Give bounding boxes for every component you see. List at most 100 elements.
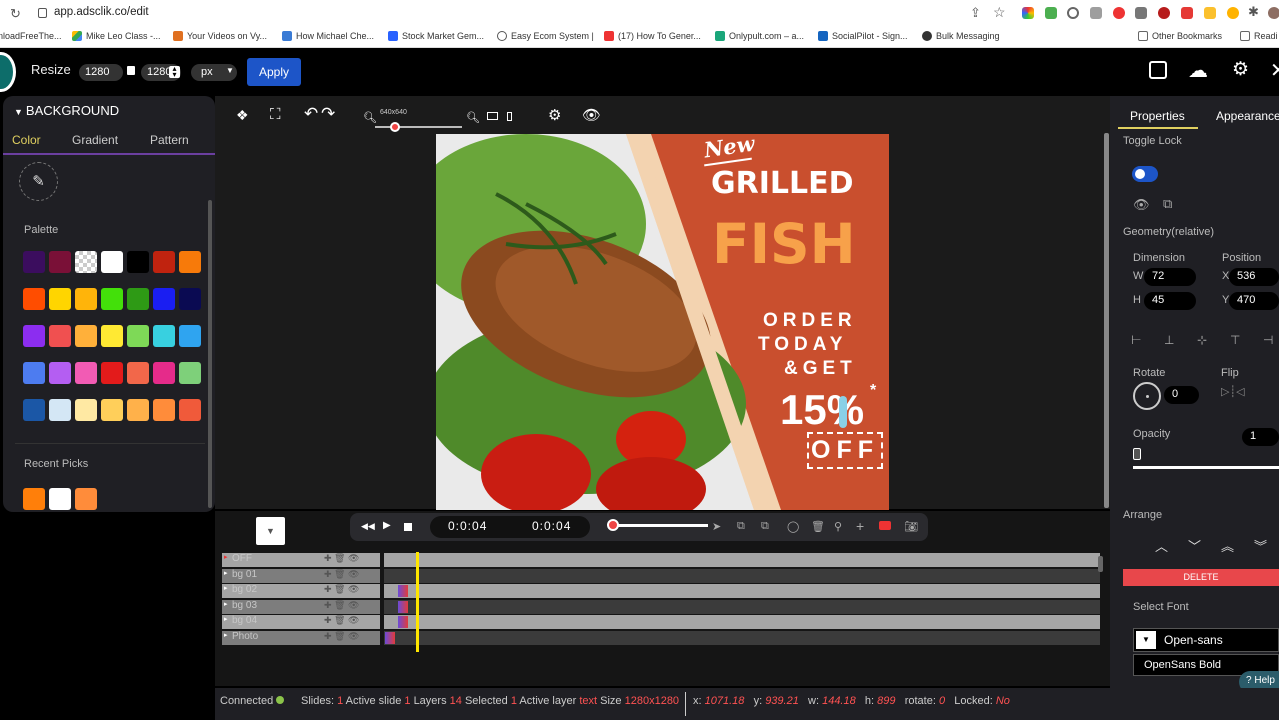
keyframe-marker[interactable] xyxy=(398,585,408,597)
color-swatch[interactable] xyxy=(179,362,201,384)
timeline-track[interactable] xyxy=(384,584,1100,598)
share-icon[interactable]: ⇪ xyxy=(970,5,981,21)
color-swatch[interactable] xyxy=(49,251,71,273)
color-swatch[interactable] xyxy=(101,288,123,310)
timeline-collapse-button[interactable]: ▼ xyxy=(256,517,285,545)
layer-actions-icons[interactable]: ✚ 🗑︎ 👁︎ xyxy=(324,569,359,580)
poster-asterisk[interactable]: * xyxy=(870,382,876,400)
play-icon[interactable]: ▶ xyxy=(383,520,391,531)
panel-scrollbar[interactable] xyxy=(208,200,212,508)
color-swatch[interactable] xyxy=(23,251,45,273)
circle-icon[interactable]: ◯ xyxy=(787,520,799,533)
recent-color-swatch[interactable] xyxy=(23,488,45,510)
bookmark-item[interactable]: Stock Market Gem... xyxy=(388,31,484,41)
extension-icon[interactable] xyxy=(1158,7,1170,19)
color-swatch[interactable] xyxy=(49,288,71,310)
extension-icon[interactable] xyxy=(1135,7,1147,19)
color-swatch[interactable] xyxy=(23,399,45,421)
paste-icon[interactable]: ⧉ xyxy=(761,520,769,533)
color-swatch[interactable] xyxy=(179,399,201,421)
selection-handle[interactable] xyxy=(839,396,847,428)
lock-icon[interactable] xyxy=(38,8,47,18)
extensions-puzzle-icon[interactable]: ✱ xyxy=(1248,4,1259,20)
width-input[interactable]: 1280 xyxy=(79,64,123,81)
tab-appearance[interactable]: Appearance xyxy=(1216,109,1279,123)
color-swatch[interactable] xyxy=(23,362,45,384)
panel-header[interactable]: ▼ BACKGROUND xyxy=(14,103,119,118)
cursor-icon[interactable]: ➤ xyxy=(712,520,721,533)
record-video-icon[interactable] xyxy=(879,521,891,530)
color-swatch[interactable] xyxy=(49,362,71,384)
color-swatch[interactable] xyxy=(153,325,175,347)
bookmark-item[interactable]: nloadFreeThe... xyxy=(0,31,62,41)
zoom-out-icon[interactable]: 🔍︎ xyxy=(363,111,377,124)
color-swatch[interactable] xyxy=(75,362,97,384)
timeline-layer-row[interactable]: ▸ bg 02 ✚ 🗑︎ 👁︎ xyxy=(222,584,380,598)
extension-icon[interactable] xyxy=(1113,7,1125,19)
bookmark-folder[interactable]: Other Bookmarks xyxy=(1138,31,1222,41)
extension-icon[interactable] xyxy=(1045,7,1057,19)
recent-color-swatch[interactable] xyxy=(75,488,97,510)
zoom-slider-handle[interactable] xyxy=(390,122,400,132)
settings-icon[interactable]: ⚙ xyxy=(548,106,561,124)
color-swatch[interactable] xyxy=(127,362,149,384)
tab-gradient[interactable]: Gradient xyxy=(72,133,118,147)
layer-actions-icons[interactable]: ✚ 🗑︎ 👁︎ xyxy=(324,615,359,626)
extension-icon[interactable] xyxy=(1204,7,1216,19)
reload-icon[interactable]: ↻ xyxy=(10,6,21,22)
color-swatch[interactable] xyxy=(153,288,175,310)
trash-icon[interactable]: 🗑︎ xyxy=(811,520,825,533)
keyframe-marker[interactable] xyxy=(398,600,408,613)
poster-fish-text[interactable]: FISH xyxy=(712,212,856,276)
extension-icon[interactable] xyxy=(1090,7,1102,19)
font-select[interactable]: ▼ Open-sans xyxy=(1133,628,1279,652)
bookmark-item[interactable]: How Michael Che... xyxy=(282,31,374,41)
timeline-track[interactable] xyxy=(384,553,1100,567)
rewind-icon[interactable]: ◀◀ xyxy=(361,521,375,532)
color-swatch[interactable] xyxy=(179,251,201,273)
timeline-scrollbar[interactable] xyxy=(1098,556,1103,572)
align-left-icon[interactable]: ⊢ xyxy=(1131,333,1141,347)
add-icon[interactable]: + xyxy=(856,518,864,534)
timeline-layer-row[interactable]: ▸ OFF ✚ 🗑︎ 👁︎ xyxy=(222,553,380,567)
playhead-slider-track[interactable] xyxy=(612,524,708,527)
color-swatch[interactable] xyxy=(127,251,149,273)
color-swatch[interactable] xyxy=(101,325,123,347)
keyframe-marker[interactable] xyxy=(398,616,408,628)
align-right-icon[interactable]: ⊣ xyxy=(1263,333,1273,347)
layer-actions-icons[interactable]: ✚ 🗑︎ 👁︎ xyxy=(324,584,359,595)
poster-percent-text[interactable]: 15% xyxy=(780,386,864,434)
eyedropper-button[interactable]: ✎ xyxy=(19,162,58,201)
color-swatch[interactable] xyxy=(101,362,123,384)
chevron-down-icon[interactable]: ▼ xyxy=(226,66,234,75)
expand-arrow-icon[interactable]: ▸ xyxy=(224,553,228,561)
color-swatch[interactable] xyxy=(153,399,175,421)
workspace-scrollbar[interactable] xyxy=(1104,133,1109,508)
color-swatch[interactable] xyxy=(127,325,149,347)
extension-icon[interactable] xyxy=(1067,7,1079,19)
apply-button[interactable]: Apply xyxy=(247,58,301,86)
flip-horizontal-icon[interactable]: ▷┊◁ xyxy=(1221,385,1245,398)
rotate-dial[interactable] xyxy=(1133,382,1161,410)
visibility-eye-icon[interactable]: 👁︎ xyxy=(1133,197,1150,213)
reading-list[interactable]: Readi xyxy=(1240,31,1278,41)
cloud-download-icon[interactable]: ☁ xyxy=(1188,58,1208,83)
design-canvas[interactable]: New GRILLED FISH ORDER TODAY &GET 15% * … xyxy=(436,134,889,510)
bookmark-item[interactable]: SocialPilot - Sign... xyxy=(818,31,908,41)
bookmark-star-icon[interactable]: ☆ xyxy=(993,4,1006,21)
width-field[interactable]: 72 xyxy=(1144,268,1196,286)
bookmark-item[interactable]: Bulk Messaging xyxy=(922,31,1000,41)
timeline-cursor[interactable] xyxy=(416,552,419,652)
align-top-icon[interactable]: ⊤ xyxy=(1230,333,1240,347)
desktop-view-icon[interactable] xyxy=(487,112,498,120)
color-swatch[interactable] xyxy=(153,251,175,273)
extension-icon[interactable] xyxy=(1022,7,1034,19)
color-swatch[interactable] xyxy=(75,251,97,273)
y-field[interactable]: 470 xyxy=(1229,292,1279,310)
timeline-layer-row[interactable]: ▸ bg 04 ✚ 🗑︎ 👁︎ xyxy=(222,615,380,629)
expand-arrow-icon[interactable]: ▸ xyxy=(224,584,228,592)
bring-to-front-icon[interactable]: ︽ xyxy=(1221,536,1234,555)
undo-icon[interactable]: ↶ xyxy=(304,104,318,124)
bookmark-item[interactable]: Easy Ecom System | xyxy=(497,31,594,41)
bookmark-item[interactable]: Your Videos on Vy... xyxy=(173,31,267,41)
